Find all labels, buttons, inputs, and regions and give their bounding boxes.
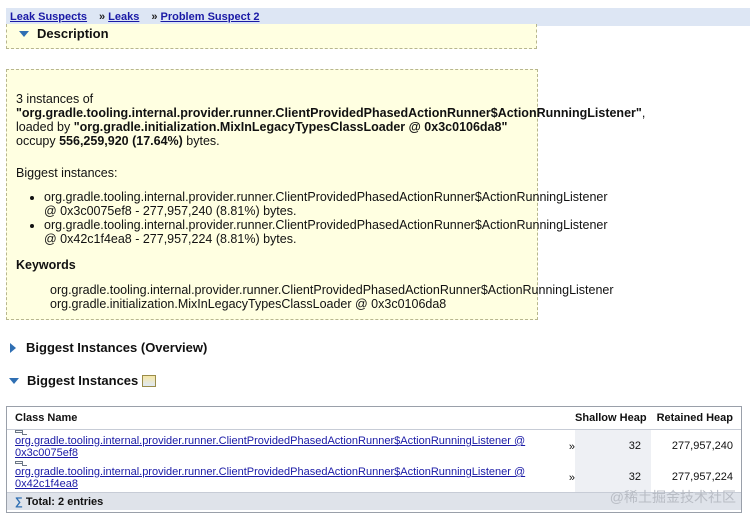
instance-link[interactable]: org.gradle.tooling.internal.provider.run… xyxy=(15,435,566,459)
column-class-name[interactable]: Class Name xyxy=(7,412,570,424)
description-comma: , xyxy=(641,106,646,120)
row-link-line: org.gradle.tooling.internal.provider.run… xyxy=(15,435,575,459)
section-description[interactable]: Description xyxy=(19,26,109,41)
keyword-item: org.gradle.initialization.MixInLegacyTyp… xyxy=(50,297,447,311)
description-classname: "org.gradle.tooling.internal.provider.ru… xyxy=(16,106,645,120)
description-loader: "org.gradle.initialization.MixInLegacyTy… xyxy=(73,120,508,134)
cell-shallow-heap: 32 xyxy=(575,430,651,461)
breadcrumb-leaks[interactable]: Leaks xyxy=(108,11,139,23)
picture-icon[interactable] xyxy=(142,374,157,387)
section-biggest-instances[interactable]: Biggest Instances xyxy=(9,373,157,388)
description-occupy: occupy xyxy=(16,134,56,148)
list-item: org.gradle.tooling.internal.provider.run… xyxy=(44,190,608,218)
document-icon xyxy=(15,430,27,435)
description-loaded-by: loaded by xyxy=(16,120,71,134)
description-count: 3 instances of xyxy=(16,92,94,106)
breadcrumb-separator: » xyxy=(99,11,106,23)
keywords-title: Keywords xyxy=(16,258,76,272)
column-shallow-heap[interactable]: Shallow Heap xyxy=(570,412,654,424)
triangle-down-icon[interactable] xyxy=(19,30,29,37)
column-retained-heap[interactable]: Retained Heap xyxy=(655,412,741,424)
keywords-list: org.gradle.tooling.internal.provider.run… xyxy=(50,283,614,311)
total-entries: Total: 2 entries xyxy=(25,495,104,508)
section-biggest-overview[interactable]: Biggest Instances (Overview) xyxy=(10,340,207,355)
cell-retained-heap: 277,957,240 xyxy=(671,439,733,452)
description-loader-line: loaded by "org.gradle.initialization.Mix… xyxy=(16,120,537,148)
table-row[interactable]: org.gradle.tooling.internal.provider.run… xyxy=(7,430,741,461)
instance-link[interactable]: org.gradle.tooling.internal.provider.run… xyxy=(15,466,566,490)
sigma-icon: ∑ xyxy=(15,495,23,508)
list-item: org.gradle.tooling.internal.provider.run… xyxy=(44,218,608,246)
row-link-line: org.gradle.tooling.internal.provider.run… xyxy=(15,466,575,490)
breadcrumb-problem-suspect-2[interactable]: Problem Suspect 2 xyxy=(161,11,260,23)
description-size: 556,259,920 (17.64%) xyxy=(59,134,183,148)
cell-class-name: org.gradle.tooling.internal.provider.run… xyxy=(7,461,575,492)
watermark: @稀土掘金技术社区 xyxy=(609,489,736,505)
triangle-right-icon[interactable] xyxy=(10,342,16,353)
section-biggest-title: Biggest Instances xyxy=(27,373,139,388)
section-description-title: Description xyxy=(37,26,109,41)
description-class-strong: "org.gradle.tooling.internal.provider.ru… xyxy=(16,106,642,120)
cell-class-name: org.gradle.tooling.internal.provider.run… xyxy=(7,430,575,461)
biggest-instances-title: Biggest instances: xyxy=(16,166,118,180)
description-bytes: bytes. xyxy=(186,134,220,148)
keyword-item: org.gradle.tooling.internal.provider.run… xyxy=(50,283,614,297)
biggest-instances-list: org.gradle.tooling.internal.provider.run… xyxy=(16,190,608,246)
description-box: 3 instances of "org.gradle.tooling.inter… xyxy=(6,69,645,320)
section-overview-title: Biggest Instances (Overview) xyxy=(26,340,208,355)
breadcrumb-leak-suspects[interactable]: Leak Suspects xyxy=(10,11,87,23)
triangle-down-icon[interactable] xyxy=(9,377,19,384)
table-header: Class Name Shallow Heap Retained Heap xyxy=(7,407,741,430)
document-icon xyxy=(15,461,27,466)
breadcrumb-separator: » xyxy=(151,11,158,23)
